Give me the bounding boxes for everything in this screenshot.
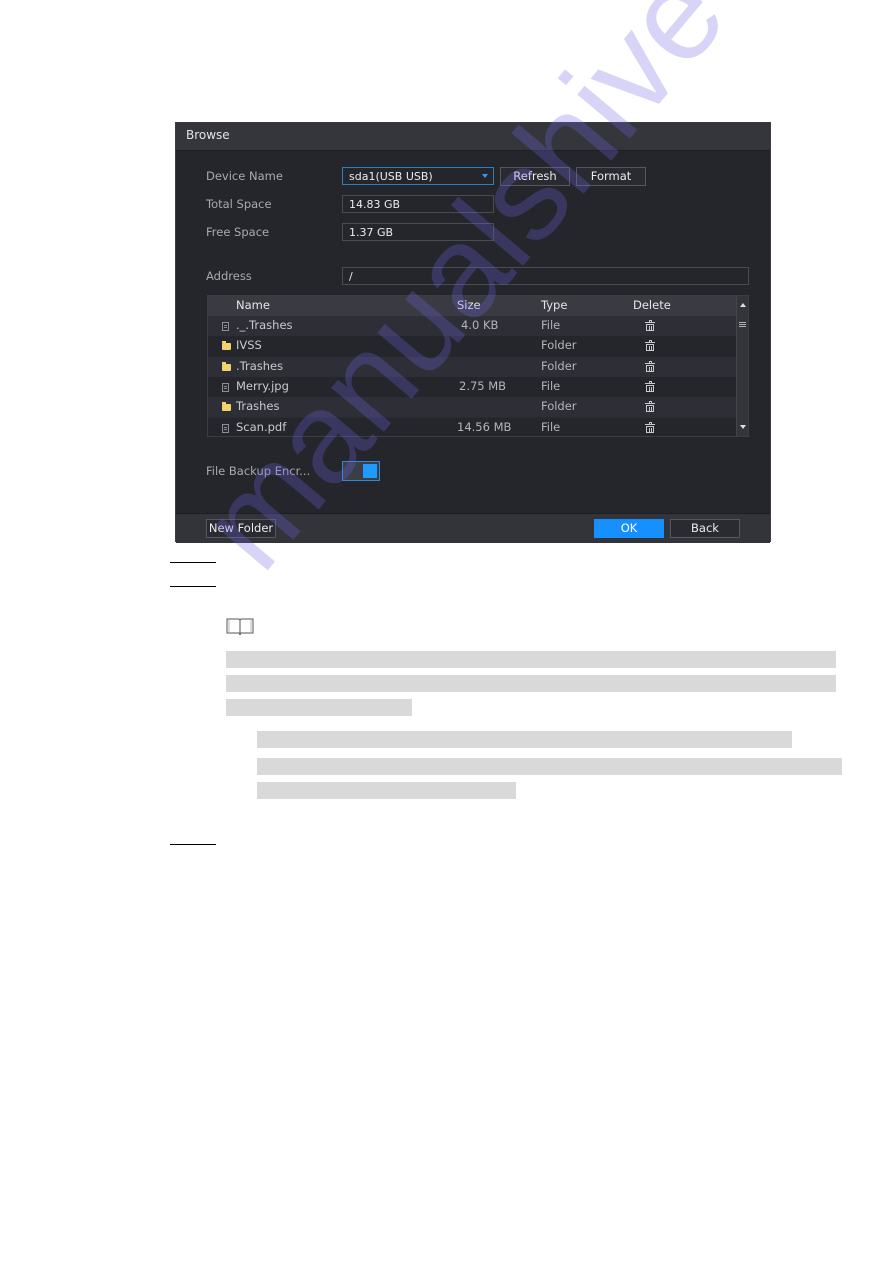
redacted-text-line <box>257 731 792 748</box>
step-underline <box>170 844 216 845</box>
row-name: Merry.jpg <box>236 378 289 393</box>
row-size: 14.56 MB <box>457 419 512 434</box>
row-name: Trashes <box>236 399 280 414</box>
table-scrollbar[interactable] <box>736 296 748 436</box>
redacted-text-line <box>257 758 842 775</box>
row-name: IVSS <box>236 338 262 353</box>
free-space-field: 1.37 GB <box>342 223 494 241</box>
trash-icon[interactable] <box>645 360 655 372</box>
note-book-icon <box>226 618 254 635</box>
refresh-button[interactable]: Refresh <box>500 167 570 186</box>
browse-dialog: Browse Device Name sda1(USB USB) Refresh… <box>175 122 771 543</box>
file-icon <box>222 322 229 331</box>
column-header-delete: Delete <box>633 298 671 312</box>
redacted-text-line <box>226 675 836 692</box>
table-row[interactable]: ._.Trashes 4.0 KB File <box>208 316 736 337</box>
row-type: File <box>541 419 561 434</box>
row-name: .Trashes <box>236 358 284 373</box>
trash-icon[interactable] <box>645 320 655 331</box>
back-button[interactable]: Back <box>670 519 740 538</box>
table-row[interactable]: .Trashes Folder <box>208 356 736 377</box>
device-name-value: sda1(USB USB) <box>349 170 433 183</box>
table-header: Name Size Type Delete <box>208 296 736 316</box>
trash-icon[interactable] <box>645 421 655 433</box>
free-space-label: Free Space <box>206 225 270 239</box>
row-type: File <box>541 318 561 332</box>
table-row[interactable]: Scan.pdf 14.56 MB File <box>208 417 736 436</box>
dialog-title: Browse <box>186 128 230 142</box>
row-type: Folder <box>541 358 577 373</box>
table-row[interactable]: Merry.jpg 2.75 MB File <box>208 376 736 398</box>
folder-icon <box>222 402 231 412</box>
file-icon <box>222 382 229 392</box>
scroll-up-arrow-icon[interactable] <box>740 303 746 307</box>
device-name-label: Device Name <box>206 169 283 183</box>
format-button[interactable]: Format <box>576 167 646 186</box>
file-backup-encryption-label: File Backup Encr... <box>206 464 311 478</box>
dialog-titlebar: Browse <box>176 123 770 151</box>
device-name-select[interactable]: sda1(USB USB) <box>342 167 494 185</box>
row-type: Folder <box>541 399 577 414</box>
chevron-down-icon <box>482 174 488 178</box>
scroll-thumb-icon[interactable] <box>739 322 746 323</box>
folder-icon <box>222 361 231 371</box>
folder-icon <box>222 341 231 351</box>
dialog-footer: New Folder OK Back <box>176 513 770 543</box>
row-name: Scan.pdf <box>236 419 287 434</box>
column-header-type[interactable]: Type <box>541 298 567 312</box>
row-size: 4.0 KB <box>461 318 499 332</box>
file-icon <box>222 423 229 433</box>
file-backup-encryption-toggle[interactable] <box>342 461 380 481</box>
row-size: 2.75 MB <box>459 378 507 393</box>
column-header-name[interactable]: Name <box>236 298 270 312</box>
row-name: ._.Trashes <box>236 318 293 332</box>
row-type: Folder <box>541 338 577 353</box>
trash-icon[interactable] <box>645 380 655 392</box>
step-underline <box>170 586 216 587</box>
redacted-text-line <box>226 651 836 668</box>
redacted-text-line <box>226 699 412 716</box>
step-underline <box>170 562 216 563</box>
address-label: Address <box>206 269 252 283</box>
file-table: Name Size Type Delete ._.Trashes 4.0 KB … <box>207 295 749 437</box>
redacted-text-line <box>257 782 516 799</box>
ok-button[interactable]: OK <box>594 519 664 538</box>
scroll-down-arrow-icon[interactable] <box>740 425 746 429</box>
column-header-size[interactable]: Size <box>457 298 481 312</box>
total-space-label: Total Space <box>206 197 272 211</box>
toggle-knob <box>363 464 377 478</box>
trash-icon[interactable] <box>645 340 655 352</box>
table-row[interactable]: IVSS Folder <box>208 336 736 357</box>
new-folder-button[interactable]: New Folder <box>206 519 276 538</box>
row-type: File <box>541 378 561 393</box>
trash-icon[interactable] <box>645 401 655 413</box>
address-field[interactable]: / <box>342 267 749 285</box>
table-row[interactable]: Trashes Folder <box>208 397 736 418</box>
total-space-field: 14.83 GB <box>342 195 494 213</box>
